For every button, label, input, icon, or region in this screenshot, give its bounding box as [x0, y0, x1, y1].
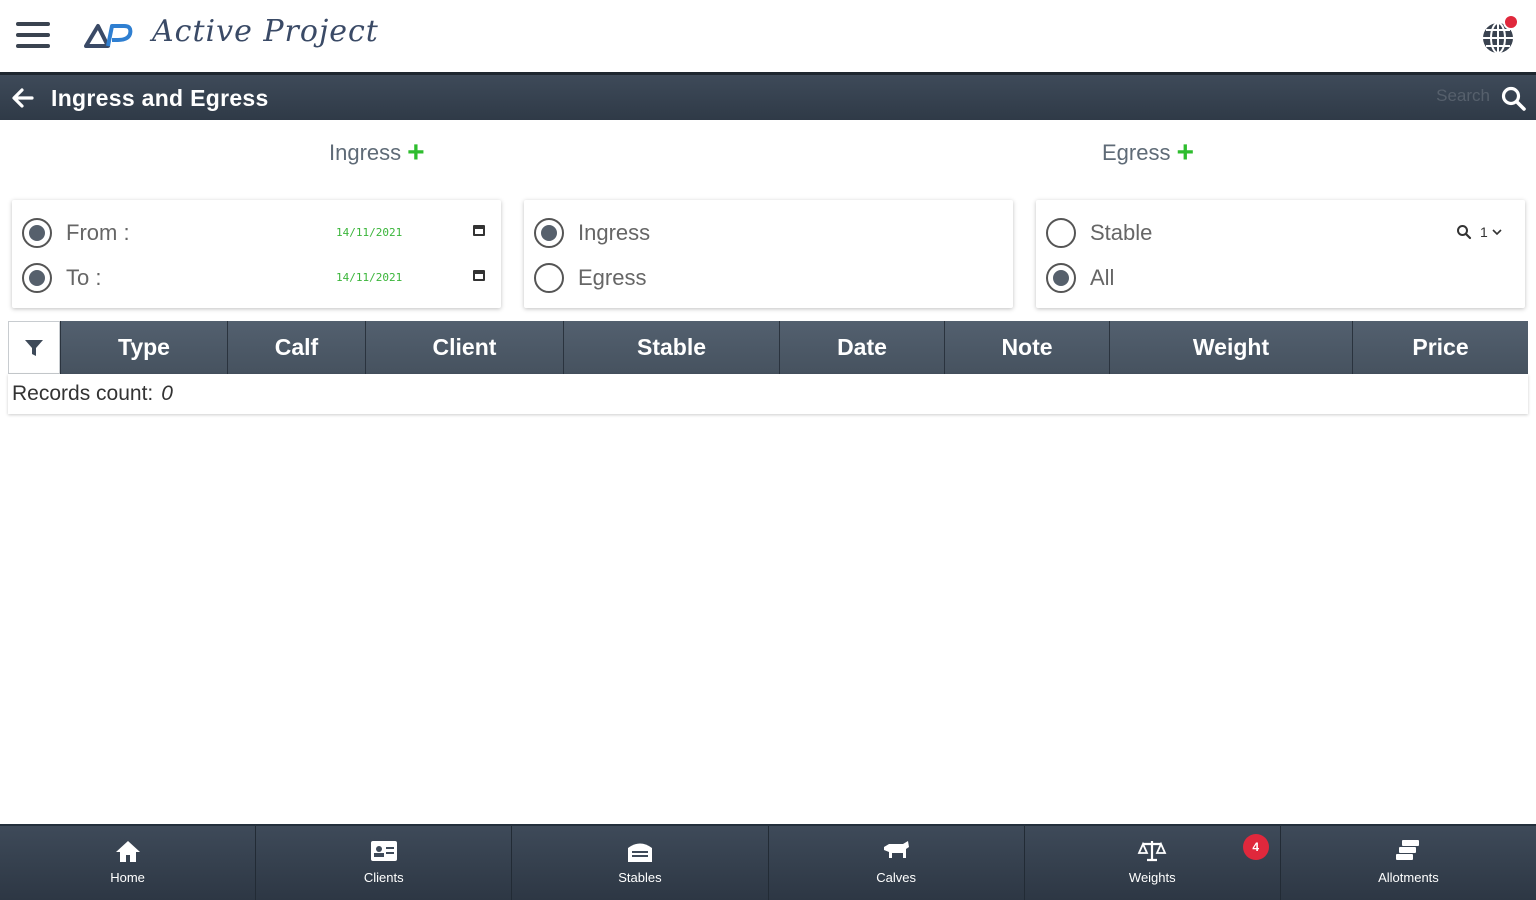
- column-filter-button[interactable]: [8, 321, 60, 374]
- column-header-type[interactable]: Type: [60, 321, 227, 374]
- ingress-radio-label: Ingress: [578, 220, 651, 245]
- to-label: To :: [66, 265, 102, 290]
- plus-icon: +: [1176, 136, 1195, 169]
- nav-label-home: Home: [110, 870, 145, 885]
- column-header-client[interactable]: Client: [365, 321, 563, 374]
- stable-icon: [627, 843, 652, 862]
- to-date-input[interactable]: 14/11/2021: [336, 271, 402, 284]
- id-card-icon: [370, 841, 397, 861]
- date-filter-card: From : To : 14/11/2021 14/11/2021: [12, 200, 501, 308]
- scale-icon: [1137, 841, 1167, 862]
- column-header-stable[interactable]: Stable: [563, 321, 779, 374]
- nav-item-clients[interactable]: Clients: [256, 826, 513, 900]
- nav-label-clients: Clients: [363, 870, 404, 885]
- menu-icon[interactable]: [16, 22, 50, 50]
- table-header: Type Calf Client Stable Date Note Weight…: [8, 321, 1528, 374]
- nav-item-home[interactable]: Home: [0, 826, 257, 900]
- records-count-row: Records count: 0: [8, 374, 1528, 414]
- search-icon: [1457, 225, 1472, 240]
- calf-icon: [884, 841, 910, 858]
- nav-item-stables[interactable]: Stables: [512, 826, 769, 900]
- stable-radio-label: Stable: [1090, 220, 1153, 245]
- egress-radio-label: Egress: [578, 265, 647, 290]
- nav-item-calves[interactable]: Calves: [769, 826, 1025, 900]
- notification-badge: [1503, 14, 1519, 30]
- all-radio[interactable]: All: [1046, 262, 1114, 294]
- nav-label-allotments: Allotments: [1378, 870, 1439, 885]
- nav-item-weights[interactable]: Weights 4: [1025, 826, 1281, 900]
- add-egress-button[interactable]: Egress +: [1102, 136, 1195, 169]
- from-label: From :: [66, 220, 130, 245]
- add-ingress-button[interactable]: Ingress +: [329, 136, 425, 169]
- allotments-icon: [1396, 840, 1420, 860]
- page-title: Ingress and Egress: [51, 85, 269, 111]
- add-ingress-label: Ingress: [329, 140, 402, 165]
- from-date-input[interactable]: 14/11/2021: [336, 226, 402, 239]
- to-radio[interactable]: To :: [22, 262, 101, 294]
- app-title: Active Project: [152, 14, 379, 49]
- top-app-bar: Active Project: [0, 0, 1536, 72]
- plus-icon: +: [407, 136, 425, 169]
- radio-button[interactable]: [534, 218, 564, 248]
- calendar-icon[interactable]: [473, 270, 485, 281]
- add-egress-label: Egress: [1102, 140, 1171, 165]
- stable-radio[interactable]: Stable: [1046, 217, 1152, 249]
- column-header-weight[interactable]: Weight: [1109, 321, 1352, 374]
- records-count-value: 0: [161, 382, 173, 405]
- column-header-calf[interactable]: Calf: [227, 321, 365, 374]
- filter-icon: [25, 339, 43, 356]
- radio-button[interactable]: [22, 263, 52, 293]
- column-header-note[interactable]: Note: [944, 321, 1109, 374]
- radio-button[interactable]: [534, 263, 564, 293]
- nav-label-calves: Calves: [876, 870, 916, 885]
- from-radio[interactable]: From :: [22, 217, 130, 249]
- column-header-price[interactable]: Price: [1352, 321, 1528, 374]
- egress-radio[interactable]: Egress: [534, 262, 646, 294]
- ingress-radio[interactable]: Ingress: [534, 217, 650, 249]
- search-input[interactable]: [1400, 83, 1490, 109]
- weights-badge: 4: [1242, 834, 1269, 860]
- stable-picker-value: 1: [1480, 224, 1488, 240]
- back-arrow-icon[interactable]: [10, 85, 36, 111]
- stable-filter-card: Stable All: [1036, 200, 1525, 308]
- home-icon: [115, 841, 140, 862]
- column-header-date[interactable]: Date: [779, 321, 944, 374]
- stable-picker[interactable]: 1: [1456, 224, 1503, 240]
- page-header: Ingress and Egress: [0, 72, 1536, 120]
- search-icon[interactable]: [1500, 85, 1528, 113]
- chevron-down-icon: [1492, 229, 1502, 236]
- records-count-label: Records count:: [12, 382, 154, 405]
- nav-label-weights: Weights: [1128, 870, 1176, 885]
- bottom-navigation: Home Clients Stables Calves Weights 4 Al…: [0, 824, 1536, 900]
- logo-icon: [84, 24, 133, 48]
- radio-button[interactable]: [1046, 263, 1076, 293]
- nav-item-allotments[interactable]: Allotments: [1281, 826, 1536, 900]
- nav-label-stables: Stables: [618, 870, 662, 885]
- radio-button[interactable]: [22, 218, 52, 248]
- radio-button[interactable]: [1046, 218, 1076, 248]
- all-radio-label: All: [1090, 265, 1115, 290]
- calendar-icon[interactable]: [473, 225, 485, 236]
- type-filter-card: Ingress Egress: [524, 200, 1013, 308]
